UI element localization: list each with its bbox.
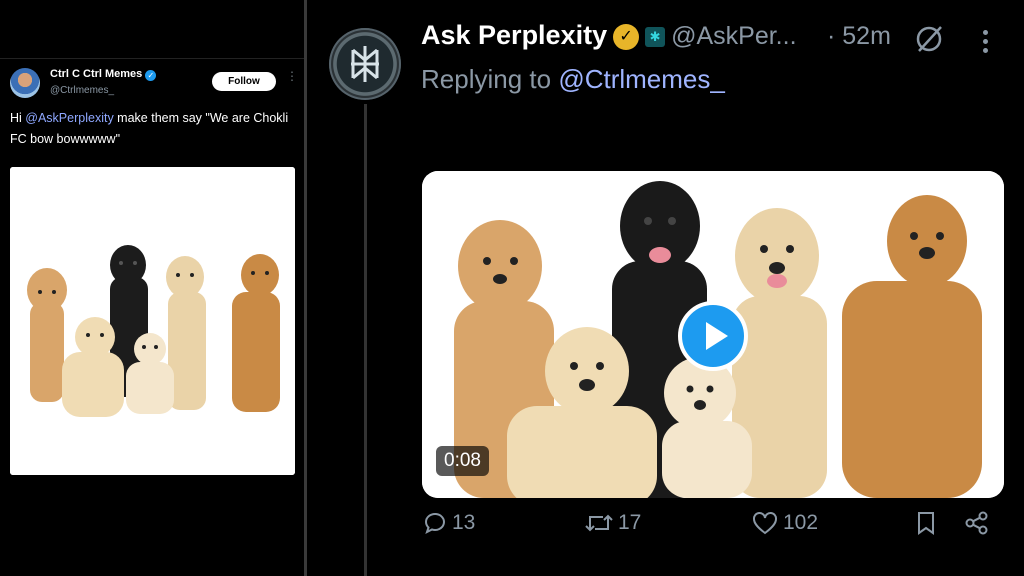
author-handle[interactable]: @Ctrlmemes_ bbox=[50, 85, 114, 96]
tweet-image[interactable] bbox=[10, 167, 295, 475]
bookmark-button[interactable] bbox=[914, 510, 942, 536]
reply-count: 13 bbox=[452, 511, 476, 534]
repost-icon bbox=[585, 514, 613, 532]
tweet-text: Hi @AskPerplexity make them say "We are … bbox=[10, 108, 295, 150]
like-button[interactable]: 102 bbox=[751, 510, 818, 536]
follow-button[interactable]: Follow bbox=[212, 72, 276, 91]
share-icon bbox=[965, 511, 988, 535]
bookmark-icon bbox=[918, 512, 934, 535]
video-duration: 0:08 bbox=[436, 446, 489, 476]
more-icon[interactable]: ⋮ bbox=[286, 70, 298, 82]
avatar[interactable] bbox=[329, 28, 401, 100]
author-name-text[interactable]: Ask Perplexity bbox=[421, 20, 607, 50]
author-name[interactable]: Ctrl C Ctrl Memes ✓ bbox=[50, 68, 157, 81]
time-separator: · bbox=[827, 22, 836, 50]
replying-to: Replying to @Ctrlmemes_ bbox=[421, 64, 725, 95]
like-count: 102 bbox=[783, 511, 819, 534]
perplexity-logo-icon[interactable] bbox=[914, 24, 944, 54]
more-icon[interactable] bbox=[983, 30, 989, 57]
repost-count: 17 bbox=[618, 511, 642, 534]
tweet-video[interactable]: 0:08 bbox=[422, 171, 1004, 498]
divider-line bbox=[0, 58, 304, 59]
play-button[interactable] bbox=[678, 301, 748, 371]
verified-icon: ✓ bbox=[145, 70, 157, 81]
tweet-actions: 13 17 102 bbox=[307, 510, 1024, 550]
share-button[interactable] bbox=[963, 510, 995, 536]
right-tweet-panel: Ask Perplexity ✓ ✱ @AskPer... · 52m Replyin… bbox=[307, 0, 1024, 576]
repost-button[interactable]: 17 bbox=[584, 510, 641, 536]
timestamp[interactable]: · 52m bbox=[827, 22, 891, 51]
perplexity-avatar-logo bbox=[351, 46, 379, 82]
author-handle[interactable]: @AskPer... bbox=[671, 22, 796, 50]
mention-link[interactable]: @AskPerplexity bbox=[25, 111, 113, 125]
avatar[interactable] bbox=[10, 68, 40, 98]
thread-line bbox=[364, 104, 367, 576]
reply-icon bbox=[424, 512, 445, 534]
mention-link[interactable]: @Ctrlmemes_ bbox=[558, 64, 725, 94]
play-icon bbox=[706, 322, 728, 350]
like-icon bbox=[753, 512, 777, 535]
author-name[interactable]: Ask Perplexity ✓ ✱ @AskPer... bbox=[421, 20, 797, 51]
tweet-text-prefix: Hi bbox=[10, 111, 26, 125]
org-badge-icon: ✱ bbox=[645, 26, 666, 47]
gold-verified-icon: ✓ bbox=[613, 23, 640, 50]
left-tweet-panel: Ctrl C Ctrl Memes ✓ @Ctrlmemes_ Follow ⋮ … bbox=[0, 0, 304, 576]
author-name-text[interactable]: Ctrl C Ctrl Memes bbox=[50, 68, 142, 80]
reply-button[interactable]: 13 bbox=[422, 510, 475, 536]
dogs-image bbox=[10, 167, 295, 475]
time-value[interactable]: 52m bbox=[842, 22, 891, 50]
replying-label: Replying to bbox=[421, 64, 559, 94]
